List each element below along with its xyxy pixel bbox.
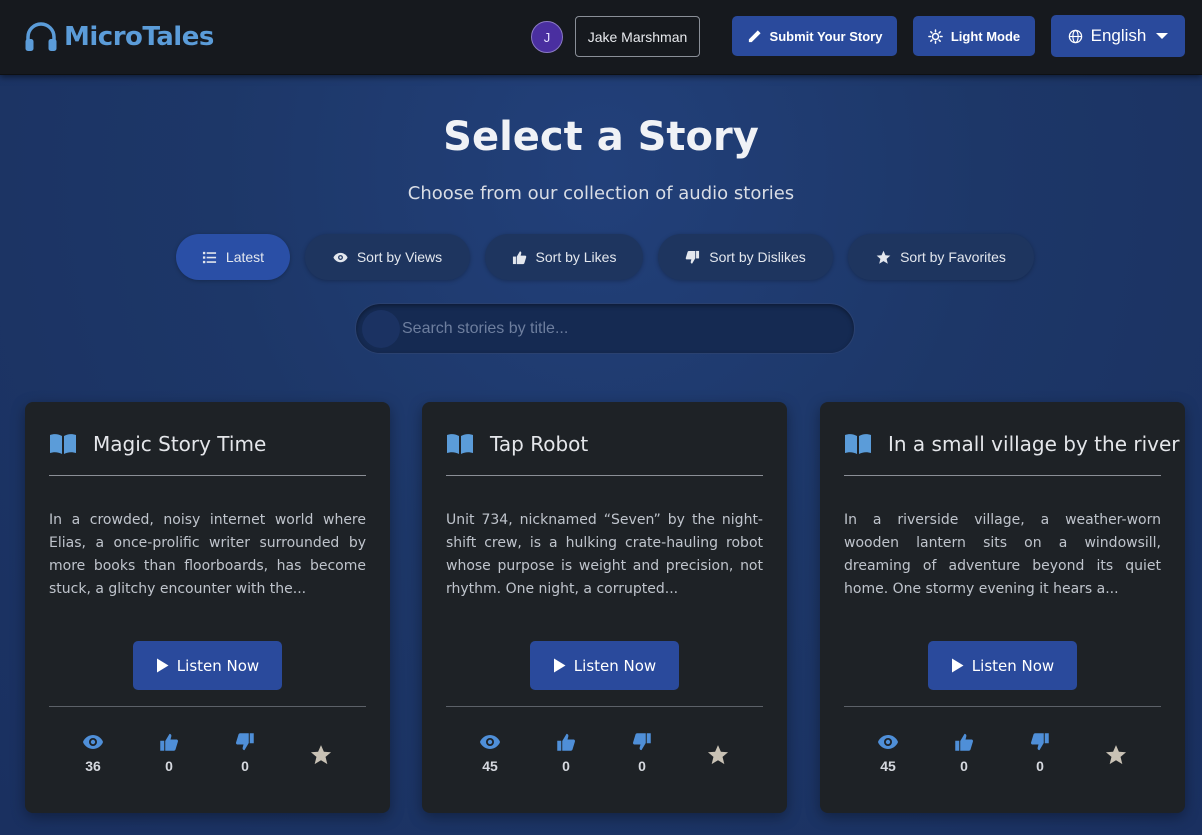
views-stat: 45 (470, 732, 510, 774)
eye-icon (480, 735, 500, 749)
sort-views-button[interactable]: Sort by Views (305, 234, 470, 280)
search-bar (355, 303, 855, 354)
dislikes-count: 0 (1036, 758, 1044, 774)
brand-logo[interactable]: MicroTales (24, 20, 214, 54)
story-card-header: Magic Story Time (49, 430, 366, 458)
sort-views-label: Sort by Views (356, 249, 443, 265)
sort-likes-button[interactable]: Sort by Likes (485, 234, 643, 280)
views-stat: 45 (868, 732, 908, 774)
headphones-icon (25, 22, 57, 51)
divider (446, 706, 763, 707)
dislike-button[interactable]: 0 (622, 732, 662, 774)
page-title: Select a Story (443, 114, 759, 160)
star-icon (1105, 745, 1127, 765)
thumbs-up-icon (557, 733, 575, 751)
story-title[interactable]: Magic Story Time (93, 432, 266, 456)
listen-now-button[interactable]: Listen Now (133, 641, 282, 690)
divider (49, 706, 366, 707)
sort-favorites-button[interactable]: Sort by Favorites (848, 234, 1034, 280)
listen-now-label: Listen Now (971, 656, 1055, 675)
story-card-header: Tap Robot (446, 430, 763, 458)
story-excerpt: Unit 734, nicknamed “Seven” by the night… (446, 512, 763, 597)
divider (844, 706, 1161, 707)
story-card-header: In a small village by the river (844, 430, 1180, 458)
story-title[interactable]: In a small village by the river (888, 432, 1180, 456)
sort-favorites-label: Sort by Favorites (900, 249, 1006, 265)
submit-story-label: Submit Your Story (769, 28, 883, 44)
story-title[interactable]: Tap Robot (490, 432, 588, 456)
sun-icon (928, 28, 943, 44)
likes-count: 0 (165, 758, 173, 774)
views-count: 45 (482, 758, 498, 774)
divider (844, 475, 1161, 476)
sort-likes-label: Sort by Likes (535, 249, 617, 265)
light-mode-label: Light Mode (950, 28, 1021, 44)
search-input[interactable] (402, 304, 842, 353)
story-card: In a small village by the river In a riv… (820, 402, 1185, 813)
thumbs-down-icon (633, 733, 651, 751)
thumbs-up-icon (512, 250, 526, 264)
play-icon (156, 658, 169, 673)
thumbs-up-icon (160, 733, 178, 751)
play-icon (951, 658, 964, 673)
favorite-button[interactable] (309, 744, 333, 768)
views-stat: 36 (73, 732, 113, 774)
star-icon (707, 745, 729, 765)
caret-down-icon (1156, 33, 1169, 39)
open-book-icon (50, 434, 76, 454)
views-count: 45 (880, 758, 896, 774)
play-icon (553, 658, 566, 673)
thumbs-down-icon (1031, 733, 1049, 751)
favorite-button[interactable] (1104, 744, 1128, 768)
open-book-icon (447, 434, 473, 454)
star-icon (876, 250, 891, 264)
open-book-icon (845, 434, 871, 454)
sort-dislikes-label: Sort by Dislikes (709, 249, 806, 265)
eye-icon (83, 735, 103, 749)
views-count: 36 (85, 758, 101, 774)
brand-name: MicroTales (64, 22, 214, 52)
username-button[interactable]: Jake Marshman (575, 16, 700, 57)
list-icon (202, 251, 216, 263)
star-icon (310, 745, 332, 765)
divider (49, 475, 366, 476)
language-label: English (1090, 26, 1147, 45)
like-button[interactable]: 0 (944, 732, 984, 774)
pencil-icon (748, 29, 761, 42)
sort-latest-button[interactable]: Latest (176, 234, 290, 280)
listen-now-label: Listen Now (176, 656, 260, 675)
listen-now-button[interactable]: Listen Now (530, 641, 679, 690)
eye-icon (878, 735, 898, 749)
sort-latest-label: Latest (225, 249, 265, 265)
like-button[interactable]: 0 (149, 732, 189, 774)
story-card: Magic Story Time In a crowded, noisy int… (25, 402, 390, 813)
story-card: Tap Robot Unit 734, nicknamed “Seven” by… (422, 402, 787, 813)
top-navbar: MicroTales J Jake Marshman Submit Your S… (0, 0, 1202, 75)
sort-dislikes-button[interactable]: Sort by Dislikes (658, 234, 833, 280)
likes-count: 0 (960, 758, 968, 774)
story-excerpt: In a crowded, noisy internet world where… (49, 512, 366, 597)
search-icon (362, 310, 400, 348)
dislikes-count: 0 (241, 758, 249, 774)
dislikes-count: 0 (638, 758, 646, 774)
submit-story-button[interactable]: Submit Your Story (732, 16, 897, 56)
divider (446, 475, 763, 476)
thumbs-down-icon (686, 250, 700, 264)
page-subtitle: Choose from our collection of audio stor… (407, 183, 795, 204)
language-dropdown[interactable]: English (1051, 15, 1185, 57)
thumbs-up-icon (955, 733, 973, 751)
light-mode-button[interactable]: Light Mode (913, 16, 1035, 56)
like-button[interactable]: 0 (546, 732, 586, 774)
eye-icon (333, 252, 348, 262)
favorite-button[interactable] (706, 744, 730, 768)
thumbs-down-icon (236, 733, 254, 751)
likes-count: 0 (562, 758, 570, 774)
story-excerpt: In a riverside village, a weather-worn w… (844, 512, 1161, 597)
globe-icon (1068, 29, 1082, 43)
dislike-button[interactable]: 0 (1020, 732, 1060, 774)
listen-now-button[interactable]: Listen Now (928, 641, 1077, 690)
avatar[interactable]: J (531, 21, 563, 53)
listen-now-label: Listen Now (573, 656, 657, 675)
dislike-button[interactable]: 0 (225, 732, 265, 774)
